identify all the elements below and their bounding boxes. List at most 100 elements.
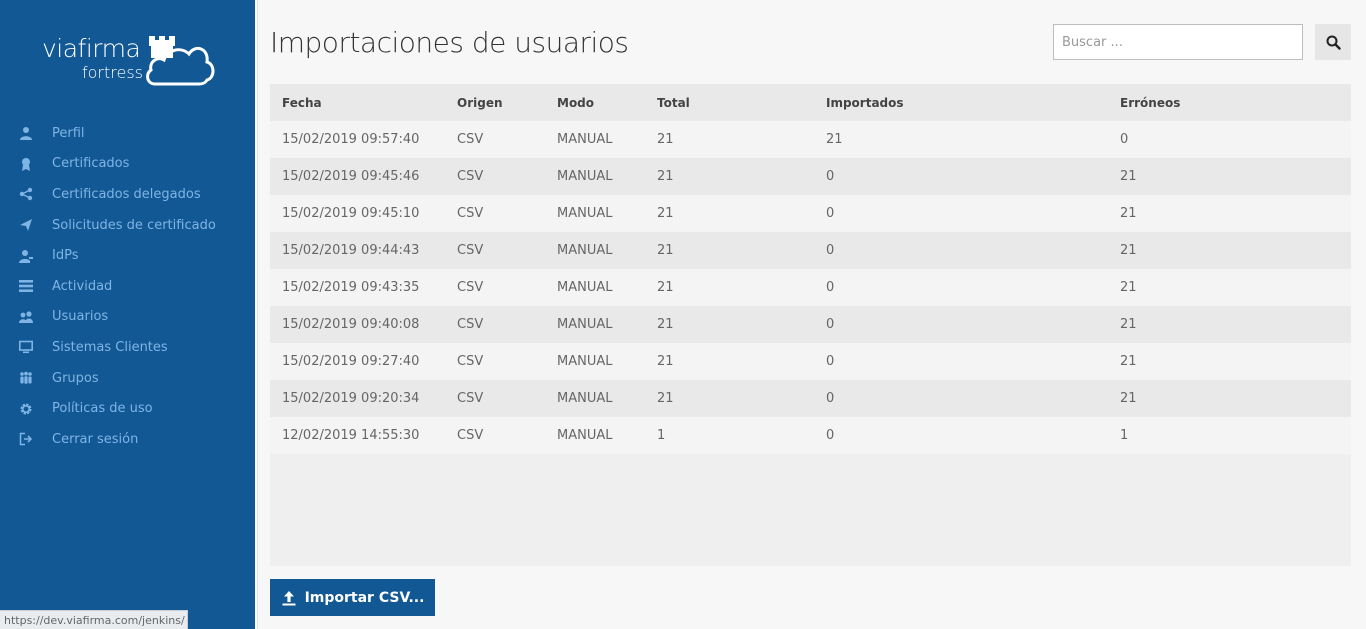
sidebar-item-politicas[interactable]: Políticas de uso bbox=[0, 393, 255, 424]
cell-fecha: 15/02/2019 09:44:43 bbox=[270, 232, 445, 269]
user-key-icon bbox=[18, 248, 34, 264]
cell-fecha: 12/02/2019 14:55:30 bbox=[270, 417, 445, 454]
cell-importados: 0 bbox=[814, 343, 1108, 380]
main-content: Importaciones de usuarios Fecha Origen M… bbox=[257, 0, 1366, 629]
cell-total: 1 bbox=[645, 417, 814, 454]
list-icon bbox=[18, 278, 34, 294]
sidebar-item-label: Políticas de uso bbox=[52, 401, 153, 417]
table-row[interactable]: 12/02/2019 14:55:30 CSV MANUAL 1 0 1 bbox=[270, 417, 1351, 454]
sidebar-item-label: Actividad bbox=[52, 278, 113, 294]
cell-erroneos: 21 bbox=[1108, 380, 1351, 417]
table-row[interactable]: 15/02/2019 09:40:08 CSV MANUAL 21 0 21 bbox=[270, 306, 1351, 343]
cell-importados: 0 bbox=[814, 195, 1108, 232]
import-csv-button[interactable]: Importar CSV... bbox=[270, 579, 435, 616]
cell-total: 21 bbox=[645, 121, 814, 158]
cell-total: 21 bbox=[645, 232, 814, 269]
sidebar-item-actividad[interactable]: Actividad bbox=[0, 271, 255, 302]
cell-importados: 0 bbox=[814, 232, 1108, 269]
sidebar-item-cerrar-sesion[interactable]: Cerrar sesión bbox=[0, 424, 255, 455]
cell-total: 21 bbox=[645, 343, 814, 380]
table-row[interactable]: 15/02/2019 09:45:46 CSV MANUAL 21 0 21 bbox=[270, 158, 1351, 195]
cell-total: 21 bbox=[645, 306, 814, 343]
brand-logo[interactable]: viafirma fortress bbox=[42, 34, 217, 94]
sidebar-item-sistemas-clientes[interactable]: Sistemas Clientes bbox=[0, 332, 255, 363]
cell-modo: MANUAL bbox=[545, 158, 645, 195]
group-icon bbox=[18, 370, 34, 386]
cell-erroneos: 1 bbox=[1108, 417, 1351, 454]
table-row[interactable]: 15/02/2019 09:20:34 CSV MANUAL 21 0 21 bbox=[270, 380, 1351, 417]
cell-modo: MANUAL bbox=[545, 380, 645, 417]
sidebar-nav: Perfil Certificados Certificados delegad… bbox=[0, 118, 255, 455]
cell-erroneos: 21 bbox=[1108, 195, 1351, 232]
table-row[interactable]: 15/02/2019 09:45:10 CSV MANUAL 21 0 21 bbox=[270, 195, 1351, 232]
cell-origen: CSV bbox=[445, 269, 545, 306]
sidebar-item-solicitudes[interactable]: Solicitudes de certificado bbox=[0, 210, 255, 241]
column-header-origen[interactable]: Origen bbox=[445, 84, 545, 121]
send-icon bbox=[18, 217, 34, 233]
column-header-erroneos[interactable]: Erróneos bbox=[1108, 84, 1351, 121]
cell-modo: MANUAL bbox=[545, 232, 645, 269]
table-row[interactable]: 15/02/2019 09:44:43 CSV MANUAL 21 0 21 bbox=[270, 232, 1351, 269]
share-icon bbox=[18, 186, 34, 202]
column-header-importados[interactable]: Importados bbox=[814, 84, 1108, 121]
cell-importados: 0 bbox=[814, 380, 1108, 417]
column-header-total[interactable]: Total bbox=[645, 84, 814, 121]
cell-origen: CSV bbox=[445, 121, 545, 158]
cell-fecha: 15/02/2019 09:57:40 bbox=[270, 121, 445, 158]
cell-importados: 0 bbox=[814, 417, 1108, 454]
sidebar-item-label: Sistemas Clientes bbox=[52, 339, 168, 355]
column-header-modo[interactable]: Modo bbox=[545, 84, 645, 121]
cell-erroneos: 21 bbox=[1108, 269, 1351, 306]
table-row[interactable]: 15/02/2019 09:27:40 CSV MANUAL 21 0 21 bbox=[270, 343, 1351, 380]
cell-erroneos: 21 bbox=[1108, 232, 1351, 269]
sidebar-item-label: Perfil bbox=[52, 125, 85, 141]
cell-modo: MANUAL bbox=[545, 306, 645, 343]
sidebar-item-certificados-delegados[interactable]: Certificados delegados bbox=[0, 179, 255, 210]
table-row[interactable]: 15/02/2019 09:57:40 CSV MANUAL 21 21 0 bbox=[270, 121, 1351, 158]
monitor-icon bbox=[18, 339, 34, 355]
import-csv-label: Importar CSV... bbox=[304, 589, 425, 606]
cell-importados: 0 bbox=[814, 158, 1108, 195]
imports-table-container: Fecha Origen Modo Total Importados Errón… bbox=[270, 84, 1351, 566]
users-icon bbox=[18, 309, 34, 325]
sidebar-item-label: Grupos bbox=[52, 370, 99, 386]
cell-erroneos: 21 bbox=[1108, 158, 1351, 195]
brand-product: fortress bbox=[82, 63, 144, 82]
user-icon bbox=[18, 125, 34, 141]
table-header-row: Fecha Origen Modo Total Importados Errón… bbox=[270, 84, 1351, 121]
sidebar-item-label: Cerrar sesión bbox=[52, 431, 139, 447]
cell-importados: 21 bbox=[814, 121, 1108, 158]
cell-total: 21 bbox=[645, 269, 814, 306]
search-button[interactable] bbox=[1315, 24, 1351, 60]
search-input[interactable] bbox=[1053, 24, 1303, 60]
column-header-fecha[interactable]: Fecha bbox=[270, 84, 445, 121]
sidebar-item-grupos[interactable]: Grupos bbox=[0, 363, 255, 394]
cell-importados: 0 bbox=[814, 306, 1108, 343]
table-row[interactable]: 15/02/2019 09:43:35 CSV MANUAL 21 0 21 bbox=[270, 269, 1351, 306]
sidebar-item-usuarios[interactable]: Usuarios bbox=[0, 302, 255, 333]
sidebar-item-certificados[interactable]: Certificados bbox=[0, 149, 255, 180]
search-icon bbox=[1326, 35, 1341, 50]
cell-modo: MANUAL bbox=[545, 343, 645, 380]
cell-total: 21 bbox=[645, 195, 814, 232]
sidebar-item-idps[interactable]: IdPs bbox=[0, 240, 255, 271]
status-bar-url: https://dev.viafirma.com/jenkins/ bbox=[0, 610, 188, 629]
castle-cloud-icon bbox=[146, 36, 215, 86]
cell-modo: MANUAL bbox=[545, 269, 645, 306]
cell-fecha: 15/02/2019 09:40:08 bbox=[270, 306, 445, 343]
cell-modo: MANUAL bbox=[545, 417, 645, 454]
sidebar-item-perfil[interactable]: Perfil bbox=[0, 118, 255, 149]
sidebar-item-label: Solicitudes de certificado bbox=[52, 217, 216, 233]
cell-modo: MANUAL bbox=[545, 121, 645, 158]
cell-origen: CSV bbox=[445, 380, 545, 417]
cell-fecha: 15/02/2019 09:27:40 bbox=[270, 343, 445, 380]
imports-table: Fecha Origen Modo Total Importados Errón… bbox=[270, 84, 1351, 454]
cell-total: 21 bbox=[645, 158, 814, 195]
sidebar-item-label: Certificados delegados bbox=[52, 186, 201, 202]
cell-modo: MANUAL bbox=[545, 195, 645, 232]
sidebar-item-label: IdPs bbox=[52, 248, 79, 264]
cell-fecha: 15/02/2019 09:45:46 bbox=[270, 158, 445, 195]
cell-fecha: 15/02/2019 09:20:34 bbox=[270, 380, 445, 417]
certificate-icon bbox=[18, 156, 34, 172]
page-title: Importaciones de usuarios bbox=[270, 26, 629, 59]
